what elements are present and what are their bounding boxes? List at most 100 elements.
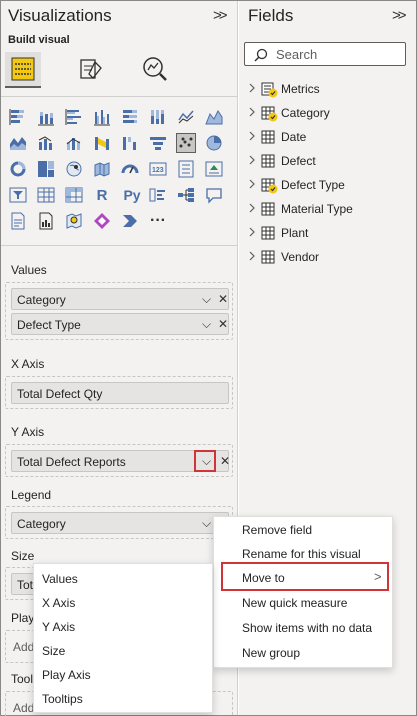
chevron-down-icon[interactable]: ⌵ — [202, 292, 211, 307]
scatter-chart-icon[interactable] — [176, 133, 196, 153]
chevron-right-icon[interactable] — [247, 130, 257, 142]
power-apps-icon[interactable] — [92, 211, 112, 231]
table-icon — [261, 106, 278, 122]
submenu-item-play-axis[interactable]: Play Axis — [42, 668, 91, 682]
qa-icon[interactable] — [204, 185, 224, 205]
stacked-column-icon[interactable] — [36, 107, 56, 127]
table-icon — [261, 154, 275, 168]
close-icon[interactable]: ✕ — [218, 317, 228, 331]
values-field-category[interactable]: Category ⌵ ✕ — [11, 288, 229, 310]
card-icon[interactable]: 123 — [148, 159, 168, 179]
menu-item-rename[interactable]: Rename for this visual — [242, 547, 361, 561]
play-axis-placeholder[interactable]: Add — [13, 640, 34, 654]
table-icon[interactable] — [36, 185, 56, 205]
field-table-label: Defect Type — [281, 178, 345, 192]
chevron-right-icon[interactable] — [247, 250, 257, 262]
search-input[interactable]: Search — [244, 42, 406, 66]
decomposition-tree-icon[interactable] — [176, 185, 196, 205]
smart-narrative-icon[interactable] — [8, 211, 28, 231]
chevron-right-icon[interactable] — [247, 178, 257, 190]
filled-map-icon[interactable] — [92, 159, 112, 179]
submenu-item-values[interactable]: Values — [42, 572, 78, 586]
submenu-item-size[interactable]: Size — [42, 644, 65, 658]
submenu-item-x-axis[interactable]: X Axis — [42, 596, 75, 610]
x-axis-field[interactable]: Total Defect Qty — [11, 382, 229, 404]
more-visuals-icon[interactable]: ··· — [148, 211, 168, 231]
chevron-right-icon[interactable] — [247, 202, 257, 214]
y-axis-label: Y Axis — [11, 425, 45, 439]
pie-chart-icon[interactable] — [204, 133, 224, 153]
chevron-right-icon[interactable] — [247, 106, 257, 118]
kpi-icon[interactable] — [204, 159, 224, 179]
submenu-item-tooltips[interactable]: Tooltips — [42, 692, 83, 706]
tooltips-placeholder[interactable]: Add — [13, 701, 34, 715]
field-context-menu: Remove field Rename for this visual Move… — [213, 516, 393, 668]
line-stacked-column-icon[interactable] — [64, 133, 84, 153]
table-icon — [261, 226, 275, 240]
multirow-card-icon[interactable] — [176, 159, 196, 179]
chevron-down-icon[interactable]: ⌵ — [202, 317, 211, 332]
table-icon — [261, 202, 275, 216]
menu-item-new-group[interactable]: New group — [242, 646, 300, 660]
close-icon[interactable]: ✕ — [220, 454, 230, 468]
ribbon-chart-icon[interactable] — [92, 133, 112, 153]
gallery-divider — [1, 245, 237, 246]
paginated-report-icon[interactable] — [36, 211, 56, 231]
chevron-down-icon[interactable]: ⌵ — [202, 516, 211, 531]
r-visual-icon[interactable]: R — [92, 185, 112, 205]
move-to-highlight — [221, 562, 389, 591]
field-table-label: Category — [281, 106, 330, 120]
format-visual-icon[interactable] — [73, 52, 109, 88]
build-visual-icon[interactable] — [5, 52, 41, 88]
table-icon — [261, 250, 275, 264]
menu-item-new-quick-measure[interactable]: New quick measure — [242, 596, 347, 610]
submenu-item-y-axis[interactable]: Y Axis — [42, 620, 75, 634]
stacked-bar-icon[interactable] — [8, 107, 28, 127]
values-field-category-label: Category — [17, 293, 66, 307]
100-stacked-column-icon[interactable] — [148, 107, 168, 127]
treemap-icon[interactable] — [36, 159, 56, 179]
100-stacked-bar-icon[interactable] — [120, 107, 140, 127]
area-chart-icon[interactable] — [204, 107, 224, 127]
x-axis-label: X Axis — [11, 357, 45, 371]
funnel-icon[interactable] — [148, 133, 168, 153]
legend-label: Legend — [11, 488, 52, 502]
analytics-icon[interactable] — [137, 52, 173, 88]
visualizations-title: Visualizations — [8, 6, 112, 25]
azure-map-icon[interactable] — [64, 211, 84, 231]
donut-chart-icon[interactable] — [8, 159, 28, 179]
map-icon[interactable] — [64, 159, 84, 179]
line-chart-icon[interactable] — [176, 107, 196, 127]
legend-field-label: Category — [17, 517, 66, 531]
legend-well: Category ⌵ — [5, 506, 233, 539]
stacked-area-icon[interactable] — [8, 133, 28, 153]
legend-field[interactable]: Category ⌵ — [11, 512, 229, 534]
search-placeholder: Search — [276, 47, 318, 62]
x-axis-field-label: Total Defect Qty — [17, 387, 103, 401]
collapse-fields-icon[interactable]: >> — [392, 7, 406, 24]
play-axis-label: Play — [11, 611, 35, 625]
chevron-right-icon[interactable] — [247, 82, 257, 94]
collapse-visualizations-icon[interactable]: >> — [213, 7, 227, 24]
y-axis-chevron-highlight — [194, 450, 216, 472]
chevron-right-icon[interactable] — [247, 154, 257, 166]
waterfall-icon[interactable] — [120, 133, 140, 153]
values-field-defect-type[interactable]: Defect Type ⌵ ✕ — [11, 313, 229, 335]
python-visual-icon[interactable]: Py — [120, 185, 144, 205]
line-clustered-column-icon[interactable] — [36, 133, 56, 153]
y-axis-field-label: Total Defect Reports — [17, 455, 126, 469]
close-icon[interactable]: ✕ — [218, 292, 228, 306]
chevron-right-icon[interactable] — [247, 226, 257, 238]
menu-item-show-items-no-data[interactable]: Show items with no data — [242, 621, 372, 635]
power-automate-icon[interactable] — [120, 211, 140, 231]
field-table-label: Material Type — [281, 202, 353, 216]
slicer-icon[interactable] — [8, 185, 28, 205]
gauge-icon[interactable] — [120, 159, 140, 179]
svg-text:123: 123 — [152, 167, 164, 174]
menu-item-remove-field[interactable]: Remove field — [242, 523, 312, 537]
key-influencers-icon[interactable] — [148, 185, 168, 205]
clustered-bar-icon[interactable] — [64, 107, 84, 127]
field-table-label: Plant — [281, 226, 309, 240]
matrix-icon[interactable] — [64, 185, 84, 205]
clustered-column-icon[interactable] — [92, 107, 112, 127]
